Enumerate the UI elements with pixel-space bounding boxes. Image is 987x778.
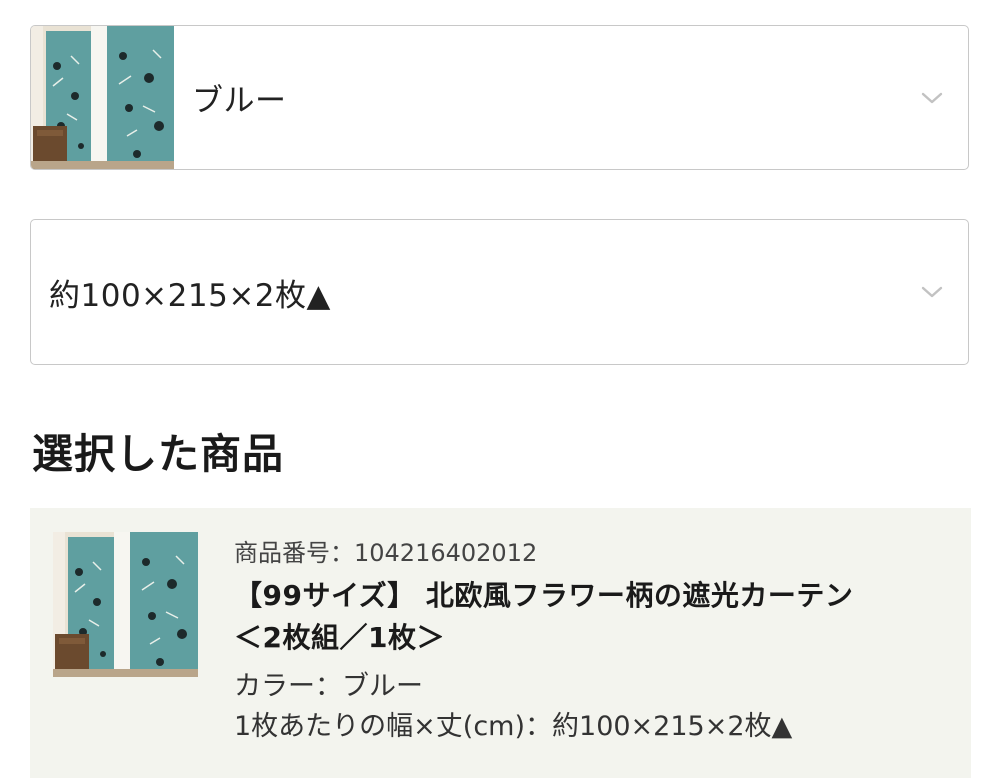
item-number-row: 商品番号：104216402012 <box>234 536 954 570</box>
item-name-line1: 【99サイズ】 北欧風フラワー柄の遮光カーテン <box>234 579 854 612</box>
item-size-label: 1枚あたりの幅×丈(cm)： <box>234 711 553 742</box>
chevron-down-icon <box>921 285 943 299</box>
selected-item-panel: 商品番号：104216402012 【99サイズ】 北欧風フラワー柄の遮光カーテ… <box>30 508 971 778</box>
chevron-down-icon <box>921 91 943 105</box>
selected-item-details: 商品番号：104216402012 【99サイズ】 北欧風フラワー柄の遮光カーテ… <box>234 536 954 747</box>
item-color-value: ブルー <box>342 671 423 702</box>
section-title: 選択した商品 <box>32 430 284 478</box>
item-name-line2: ＜2枚組／1枚＞ <box>234 621 445 654</box>
item-name: 【99サイズ】 北欧風フラワー柄の遮光カーテン ＜2枚組／1枚＞ <box>234 575 954 659</box>
color-select-value: ブルー <box>192 83 287 119</box>
item-number-label: 商品番号： <box>234 539 354 567</box>
item-color-label: カラー： <box>234 671 342 702</box>
product-image <box>53 532 198 677</box>
size-select[interactable]: 約100×215×2枚▲ <box>30 219 969 365</box>
size-select-value: 約100×215×2枚▲ <box>49 277 331 314</box>
item-color-row: カラー：ブルー <box>234 667 954 707</box>
color-swatch-image <box>31 26 174 169</box>
item-number-value: 104216402012 <box>354 539 538 567</box>
item-size-row: 1枚あたりの幅×丈(cm)：約100×215×2枚▲ <box>234 707 954 747</box>
item-size-value: 約100×215×2枚▲ <box>552 711 793 742</box>
color-select[interactable]: ブルー <box>30 25 969 170</box>
